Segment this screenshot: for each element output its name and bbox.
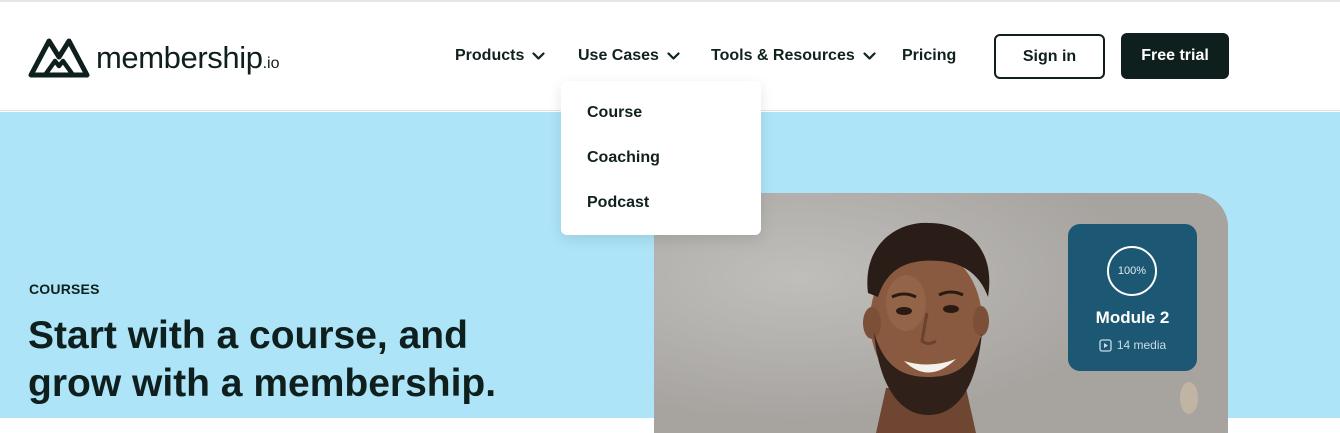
chevron-down-icon <box>532 51 545 60</box>
hero-eyebrow: COURSES <box>29 281 100 297</box>
sign-in-button[interactable]: Sign in <box>994 34 1105 79</box>
progress-ring: 100% <box>1107 246 1157 296</box>
module-progress-card: 100% Module 2 14 media <box>1068 224 1197 371</box>
chevron-down-icon <box>863 51 876 60</box>
free-trial-button[interactable]: Free trial <box>1121 33 1229 79</box>
use-cases-dropdown-menu: Course Coaching Podcast <box>561 81 761 235</box>
module-title: Module 2 <box>1095 308 1170 327</box>
menu-item-course[interactable]: Course <box>587 104 642 122</box>
hero-headline-line-1: Start with a course, and <box>28 314 468 357</box>
media-count-label: 14 media <box>1116 338 1167 352</box>
menu-item-coaching[interactable]: Coaching <box>587 149 660 167</box>
logo-suffix: .io <box>262 55 280 72</box>
chevron-down-icon <box>667 51 680 60</box>
logo-wordmark: membership <box>96 39 263 75</box>
nav-pricing-label: Pricing <box>902 47 957 64</box>
nav-tools-resources-label: Tools & Resources <box>711 47 855 64</box>
nav-products[interactable]: Products <box>455 46 545 66</box>
media-play-icon <box>1099 338 1112 352</box>
nav-products-label: Products <box>455 47 525 64</box>
menu-item-podcast[interactable]: Podcast <box>587 194 649 212</box>
logo[interactable]: membership .io <box>28 35 279 79</box>
nav-use-cases[interactable]: Use Cases <box>578 46 680 66</box>
module-media-count: 14 media <box>1068 338 1197 352</box>
hero-headline-line-2: grow with a membership. <box>28 362 497 405</box>
nav-tools-resources[interactable]: Tools & Resources <box>711 46 876 66</box>
logo-mountains-icon <box>28 38 90 78</box>
nav-pricing[interactable]: Pricing <box>902 46 956 66</box>
nav-use-cases-label: Use Cases <box>578 47 659 64</box>
hero-headline: Start with a course, and grow with a mem… <box>28 312 588 408</box>
